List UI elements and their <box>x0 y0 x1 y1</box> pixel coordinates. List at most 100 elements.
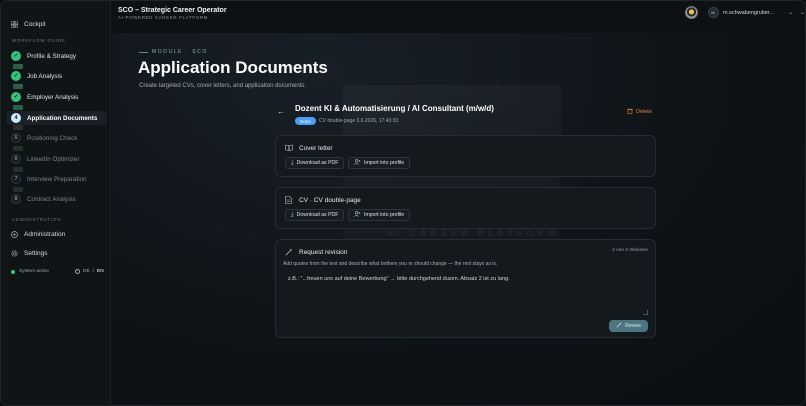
step-number: 6 <box>11 154 21 164</box>
import-profile-button[interactable]: Import into profile <box>348 157 411 169</box>
step-label: LinkedIn Optimizer <box>27 155 80 163</box>
chevron-down-icon[interactable]: ⌄ <box>800 9 805 16</box>
step-label: Interview Preparation <box>27 175 87 183</box>
download-icon: ⤓ <box>291 159 294 166</box>
step-number: 7 <box>11 174 21 184</box>
trash-icon <box>627 108 633 116</box>
cover-letter-card: Cover letter ⤓ Download as PDF Import in… <box>275 135 656 177</box>
step-connector <box>13 64 23 69</box>
step-label: Profile & Strategy <box>27 52 76 60</box>
module-label-text: MODULE · SCO <box>152 49 208 55</box>
user-plus-icon <box>354 211 361 219</box>
check-icon: ✓ <box>11 92 21 102</box>
lang-en[interactable]: EN <box>97 269 104 274</box>
delete-label: Delete <box>636 109 652 115</box>
sidebar-item-label: Settings <box>24 249 48 257</box>
document-icon <box>285 196 293 204</box>
revision-card: Request revision 2 von 2 Inklusive Add q… <box>275 239 656 338</box>
chevron-down-icon[interactable]: ⌄ <box>788 9 793 16</box>
lang-de[interactable]: DE <box>83 269 90 274</box>
magic-wand-icon <box>285 248 293 256</box>
step-label: Job Analysis <box>27 72 63 80</box>
globe-icon <box>75 269 80 274</box>
workflow-step-positioning-check[interactable]: 5 Positioning Check <box>11 133 77 143</box>
sidebar-item-settings[interactable]: Settings <box>10 249 48 257</box>
step-label: Application Documents <box>27 114 98 122</box>
user-name: m.schwabengruber... <box>723 9 775 16</box>
download-icon: ⤓ <box>291 211 294 218</box>
card-title-text: CV · CV double-page <box>299 196 361 204</box>
card-title: Cover letter <box>285 144 333 152</box>
check-icon: ✓ <box>11 51 21 61</box>
sidebar-item-label: Cockpit <box>24 20 46 28</box>
revision-textarea[interactable]: z.B.: "...freuen uns auf deine Bewerbung… <box>283 273 650 317</box>
step-connector <box>13 125 23 130</box>
page-title: Application Documents <box>138 58 328 77</box>
button-label: Download as PDF <box>296 212 339 218</box>
grid-icon <box>10 20 18 28</box>
workflow-step-job-analysis[interactable]: ✓ Job Analysis <box>11 71 62 81</box>
check-icon: ✓ <box>11 71 21 81</box>
resize-handle-icon[interactable] <box>643 310 648 315</box>
system-status: System active <box>11 269 49 274</box>
delete-button[interactable]: Delete <box>627 108 652 116</box>
user-menu[interactable]: M. m.schwabengruber... <box>708 7 774 18</box>
revise-button[interactable]: Revise <box>609 320 648 332</box>
card-title: Request revision <box>285 248 347 256</box>
sidebar-item-cockpit[interactable]: Cockpit <box>10 20 46 28</box>
language-switcher[interactable]: DE / EN <box>75 269 104 274</box>
user-plus-icon <box>354 159 361 167</box>
step-connector <box>13 167 23 172</box>
module-line <box>139 51 148 53</box>
card-title-text: Request revision <box>299 248 348 256</box>
workflow-step-interview-preparation[interactable]: 7 Interview Preparation <box>11 174 87 184</box>
gear-icon <box>10 249 18 257</box>
card-title: CV · CV double-page <box>285 196 361 204</box>
button-label: Revise <box>625 323 641 329</box>
app-subtitle: AI-POWERED CAREER PLATFORM <box>118 15 209 20</box>
magic-wand-icon <box>616 322 622 330</box>
step-label: Contract Analysis <box>27 195 76 203</box>
card-title-text: Cover letter <box>299 144 333 152</box>
step-number: 8 <box>11 194 21 204</box>
back-arrow-icon[interactable]: ← <box>277 107 285 116</box>
app-window: Cockpit WORKFLOW GUIDE ✓ Profile & Strat… <box>0 0 806 406</box>
status-dot-icon <box>11 269 15 274</box>
sidebar: Cockpit WORKFLOW GUIDE ✓ Profile & Strat… <box>1 1 111 405</box>
revision-counter: 2 von 2 Inklusive <box>612 248 648 253</box>
avatar: M. <box>708 7 719 18</box>
cv-card: CV · CV double-page ⤓ Download as PDF Im… <box>275 187 656 229</box>
shield-icon <box>10 230 18 238</box>
step-connector <box>13 187 23 192</box>
step-label: Positioning Check <box>27 134 78 142</box>
status-badge: Done <box>295 117 316 125</box>
workflow-step-profile-strategy[interactable]: ✓ Profile & Strategy <box>11 51 76 61</box>
button-label: Download as PDF <box>296 160 339 166</box>
step-number: 5 <box>11 133 21 143</box>
step-connector <box>13 84 23 89</box>
revision-help-text: Add quotes from the text and describe wh… <box>283 261 498 267</box>
workflow-step-contract-analysis[interactable]: 8 Contract Analysis <box>11 194 76 204</box>
sidebar-item-label: Administration <box>24 230 66 238</box>
download-pdf-button[interactable]: ⤓ Download as PDF <box>285 157 345 169</box>
button-label: Import into profile <box>364 160 405 166</box>
step-connector <box>13 146 23 151</box>
workflow-step-application-documents[interactable]: 4 Application Documents <box>11 113 97 123</box>
download-pdf-button[interactable]: ⤓ Download as PDF <box>285 209 345 221</box>
watermark-text: AI CAREER PLATFORM <box>386 228 560 238</box>
import-profile-button[interactable]: Import into profile <box>348 209 411 221</box>
step-number: 4 <box>11 113 21 123</box>
badge-icon[interactable] <box>685 6 698 19</box>
document-job-title: Dozent KI & Automatisierung / AI Consult… <box>295 104 494 113</box>
document-meta: CV double-page 3.6.2026, 17:43:33 <box>319 118 399 124</box>
sidebar-item-administration[interactable]: Administration <box>10 230 65 238</box>
step-label: Employer Analysis <box>27 93 79 101</box>
step-connector <box>13 105 23 110</box>
module-label: MODULE · SCO <box>139 49 208 55</box>
workflow-step-employer-analysis[interactable]: ✓ Employer Analysis <box>11 92 78 102</box>
book-icon <box>285 144 293 152</box>
button-label: Import into profile <box>364 212 405 218</box>
workflow-section-label: WORKFLOW GUIDE <box>12 38 66 43</box>
workflow-step-linkedin-optimizer[interactable]: 6 LinkedIn Optimizer <box>11 154 80 164</box>
app-title: SCO – Strategic Career Operator <box>118 7 227 14</box>
